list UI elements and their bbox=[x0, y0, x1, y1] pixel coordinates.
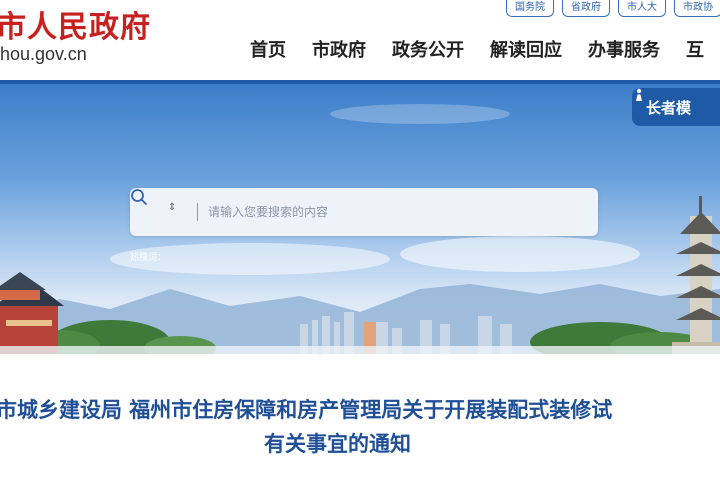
search-box: ⇕ bbox=[130, 188, 598, 236]
nav-interpretation[interactable]: 解读回应 bbox=[490, 36, 562, 62]
nav-open-government[interactable]: 政务公开 bbox=[392, 36, 464, 62]
search-divider bbox=[197, 203, 198, 221]
nav-services[interactable]: 办事服务 bbox=[588, 36, 660, 62]
search-icon[interactable] bbox=[130, 188, 148, 206]
top-link-state-council[interactable]: 国务院 bbox=[506, 0, 554, 17]
top-link-city-congress[interactable]: 市人大 bbox=[618, 0, 666, 17]
nav-home[interactable]: 首页 bbox=[250, 36, 286, 62]
site-header: 市人民政府 hou.gov.cn 国务院 省政府 市人大 市政协 首页 市政府 … bbox=[0, 0, 720, 85]
site-domain: hou.gov.cn bbox=[0, 44, 87, 64]
temple-illustration bbox=[0, 272, 64, 354]
top-links: 国务院 省政府 市人大 市政协 bbox=[506, 0, 720, 17]
article-title-line1: 市城乡建设局 福州市住房保障和房产管理局关于开展装配式装修试 bbox=[0, 398, 613, 422]
nav-interaction[interactable]: 互 bbox=[686, 36, 704, 62]
elder-mode-label: 长者模 bbox=[646, 98, 692, 117]
elder-mode-button[interactable]: 长者模 bbox=[632, 88, 720, 126]
site-title[interactable]: 市人民政府 bbox=[0, 2, 151, 46]
article-title: 市城乡建设局 福州市住房保障和房产管理局关于开展装配式装修试 有关事宜的通知 bbox=[0, 388, 720, 480]
hero-banner: 长者模 ⇕ 热搜词： bbox=[0, 84, 720, 354]
main-nav: 首页 市政府 政务公开 解读回应 办事服务 互 bbox=[250, 36, 720, 62]
article-title-line2: 有关事宜的通知 bbox=[264, 432, 411, 456]
nav-city-government[interactable]: 市政府 bbox=[312, 36, 366, 62]
search-input[interactable] bbox=[208, 198, 538, 226]
top-link-province[interactable]: 省政府 bbox=[562, 0, 610, 17]
search-scope-select[interactable]: ⇕ bbox=[168, 202, 184, 222]
elder-person-icon bbox=[636, 88, 642, 101]
hot-words-label: 热搜词： bbox=[130, 253, 167, 263]
top-link-cppcc[interactable]: 市政协 bbox=[674, 0, 720, 17]
